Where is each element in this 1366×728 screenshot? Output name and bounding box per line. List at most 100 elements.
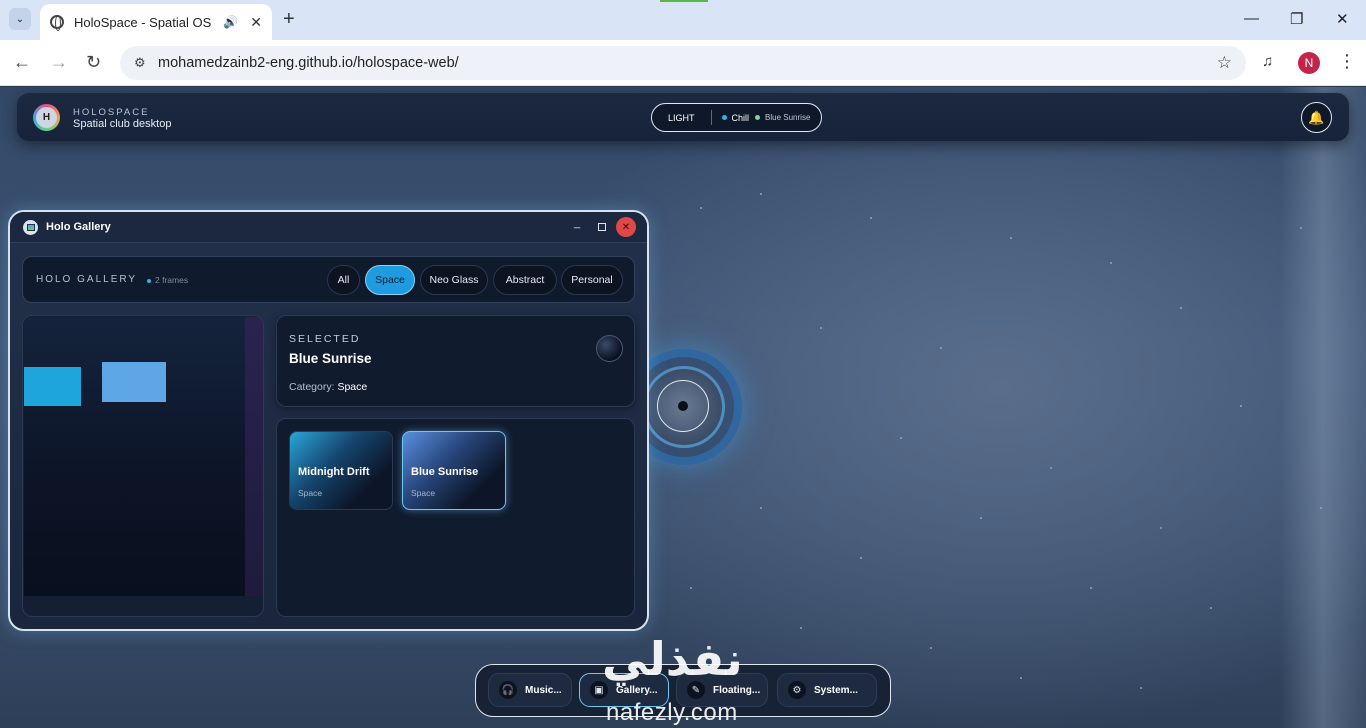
notifications-bell-icon[interactable]: 🔔	[1301, 102, 1332, 133]
filter-chip-abstract[interactable]: Abstract	[493, 265, 557, 295]
tabstrip-accent	[660, 0, 708, 2]
audio-playing-icon[interactable]: 🔊	[223, 15, 238, 29]
star-dot	[1300, 227, 1302, 229]
logo-letter: H	[36, 107, 57, 128]
star-dot	[1110, 262, 1112, 264]
url-text[interactable]: mohamedzainb2-eng.github.io/holospace-we…	[158, 55, 1217, 71]
headphones-icon: 🎧	[499, 681, 517, 699]
window-title: Holo Gallery	[46, 221, 111, 233]
filter-chip-space[interactable]: Space	[365, 265, 415, 295]
browser-tab[interactable]: HoloSpace - Spatial OS 🔊 ✕	[40, 4, 272, 40]
window-minimize-button[interactable]: —	[1244, 10, 1259, 27]
frame-title: Midnight Drift	[298, 466, 370, 478]
top-bar: H HOLOSPACE Spatial club desktop LIGHT C…	[17, 93, 1349, 141]
reload-button[interactable]: ↻	[86, 52, 101, 72]
star-dot	[690, 587, 692, 589]
star-dot	[1020, 677, 1022, 679]
preview-pane	[22, 315, 264, 617]
frames-grid: Midnight Drift Space Blue Sunrise Space	[276, 418, 635, 617]
watermark-arabic: نفذلي	[602, 632, 743, 686]
selected-title: Blue Sunrise	[289, 351, 372, 366]
star-dot	[760, 507, 762, 509]
light-strip	[1280, 87, 1366, 728]
star-dot	[1140, 687, 1142, 689]
gear-icon: ⚙	[788, 681, 806, 699]
dock-item-music[interactable]: 🎧 Music...	[488, 673, 572, 707]
gallery-app-icon	[23, 220, 38, 235]
new-tab-button[interactable]: +	[283, 8, 295, 30]
frame-thumbnail[interactable]: Midnight Drift Space	[289, 431, 393, 510]
dock-label: Floating...	[713, 684, 761, 696]
maximize-window-button[interactable]	[598, 223, 606, 231]
pill-divider	[710, 110, 712, 125]
logo-avatar[interactable]: H	[33, 104, 60, 131]
back-button[interactable]: ←	[13, 52, 31, 72]
star-dot	[1320, 507, 1322, 509]
star-dot	[940, 347, 942, 349]
preview-edge	[245, 317, 263, 596]
star-dot	[800, 627, 802, 629]
mode-status-pill[interactable]: LIGHT Chill Blue Sunrise	[651, 103, 822, 132]
star-dot	[1210, 607, 1212, 609]
frame-count: 2 frames	[147, 275, 188, 285]
window-close-button[interactable]: ✕	[1336, 10, 1349, 28]
tab-search-button[interactable]: ⌄	[9, 8, 31, 30]
star-dot	[760, 193, 762, 195]
close-tab-icon[interactable]: ✕	[250, 14, 262, 31]
browser-menu-icon[interactable]: ⋮	[1338, 51, 1356, 72]
filter-bar: HOLO GALLERY 2 frames All Space Neo Glas…	[22, 256, 635, 303]
selected-category: Category: Space	[289, 381, 367, 393]
star-dot	[1090, 587, 1092, 589]
tab-title: HoloSpace - Spatial OS	[74, 14, 212, 30]
window-restore-button[interactable]: ❐	[1290, 10, 1303, 28]
star-dot	[1180, 307, 1182, 309]
gallery-kicker: HOLO GALLERY	[36, 274, 138, 285]
holo-gallery-window: Holo Gallery _ ✕ HOLO GALLERY 2 frames A…	[8, 210, 649, 631]
category-label: Category:	[289, 381, 335, 393]
dock-label: Music...	[525, 684, 562, 696]
category-value: Space	[337, 381, 368, 393]
dock-label: System...	[814, 684, 858, 696]
selected-orb-button[interactable]	[596, 335, 623, 362]
favicon-globe-icon	[50, 15, 64, 31]
star-dot	[820, 327, 822, 329]
close-window-button[interactable]: ✕	[616, 217, 636, 237]
theme-mode-label[interactable]: LIGHT	[668, 113, 695, 123]
star-dot	[930, 647, 932, 649]
star-dot	[870, 217, 872, 219]
brand-subtitle: Spatial club desktop	[73, 118, 172, 130]
holo-orb-core	[678, 401, 688, 411]
dock-label: Gallery...	[616, 684, 658, 696]
minimize-window-button[interactable]: _	[574, 217, 580, 229]
preview-image	[24, 317, 246, 596]
mood-dot-icon	[721, 115, 727, 120]
browser-tabstrip: ⌄ HoloSpace - Spatial OS 🔊 ✕ + — ❐ ✕	[0, 0, 1366, 40]
spatial-desktop: H HOLOSPACE Spatial club desktop LIGHT C…	[0, 87, 1366, 728]
forward-button[interactable]: →	[50, 52, 68, 72]
bookmark-star-icon[interactable]: ☆	[1217, 53, 1232, 73]
filter-chip-neo-glass[interactable]: Neo Glass	[420, 265, 488, 295]
frame-thumbnail-selected[interactable]: Blue Sunrise Space	[402, 431, 506, 510]
frame-title: Blue Sunrise	[411, 466, 479, 478]
track-label: Blue Sunrise	[765, 113, 811, 122]
preview-shape	[24, 367, 81, 406]
site-settings-icon[interactable]: ⚙	[134, 55, 152, 71]
filter-chip-all[interactable]: All	[327, 265, 360, 295]
frame-category: Space	[411, 488, 436, 498]
mood-label: Chill	[731, 112, 750, 123]
window-titlebar[interactable]: Holo Gallery _ ✕	[10, 212, 647, 243]
star-dot	[1240, 405, 1242, 407]
profile-avatar[interactable]: N	[1298, 52, 1320, 74]
track-dot-icon	[755, 115, 761, 120]
dock-item-system[interactable]: ⚙ System...	[777, 673, 877, 707]
star-dot	[1050, 467, 1052, 469]
watermark-latin: nafezly.com	[606, 699, 738, 726]
omnibox[interactable]: ⚙ mohamedzainb2-eng.github.io/holospace-…	[120, 46, 1246, 80]
star-dot	[1160, 527, 1162, 529]
star-dot	[980, 517, 982, 519]
media-control-icon[interactable]: ♫	[1262, 53, 1273, 70]
preview-shape	[102, 362, 166, 402]
star-dot	[900, 437, 902, 439]
star-dot	[860, 557, 862, 559]
filter-chip-personal[interactable]: Personal	[561, 265, 623, 295]
